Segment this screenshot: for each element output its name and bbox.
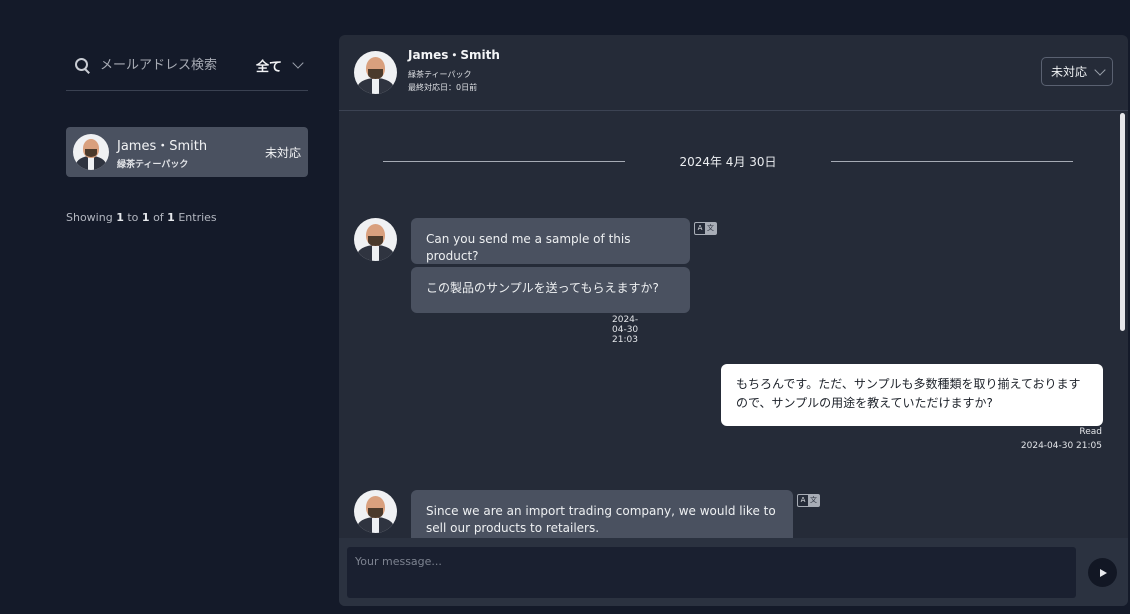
last-response-date: 最終対応日：0日前	[408, 83, 478, 92]
send-button[interactable]	[1088, 558, 1117, 587]
contact-sidebar: 全て James・Smith 緑茶ティーパック 未対応 Showing 1 to…	[66, 40, 308, 224]
chat-panel: James・Smith 緑茶ティーパック 最終対応日：0日前 未対応 2024年…	[339, 35, 1128, 606]
composer	[339, 538, 1128, 606]
filter-value: 全て	[255, 59, 282, 75]
message-bubble-original: Since we are an import trading company, …	[411, 490, 793, 538]
status-value: 未対応	[1051, 65, 1088, 79]
chevron-down-icon	[292, 57, 304, 69]
chat-header: James・Smith 緑茶ティーパック 最終対応日：0日前 未対応	[339, 35, 1128, 111]
avatar	[354, 218, 397, 261]
entries-count: Showing 1 to 1 of 1 Entries	[66, 211, 217, 224]
date-label: 2024年 4月 30日	[679, 155, 777, 169]
outgoing-message-bubble: もちろんです。ただ、サンプルも多数種類を取り揃えておりますので、サンプルの用途を…	[721, 364, 1103, 426]
contact-list-item[interactable]: James・Smith 緑茶ティーパック 未対応	[66, 127, 308, 177]
search-bar: 全て	[66, 40, 308, 91]
send-icon	[1100, 568, 1107, 577]
message-list[interactable]: 2024年 4月 30日 Can you send me a sample of…	[339, 111, 1128, 538]
translate-icon[interactable]: A文	[694, 222, 717, 235]
message-time: 2024-04-30 21:03	[612, 315, 639, 345]
avatar	[73, 134, 109, 170]
chat-contact-name: James・Smith	[408, 48, 500, 62]
filter-dropdown[interactable]: 全て	[255, 56, 304, 75]
search-icon	[74, 57, 90, 73]
contact-name: James・Smith	[117, 138, 208, 154]
chevron-down-icon	[1094, 63, 1106, 76]
status-select[interactable]: 未対応	[1041, 57, 1113, 86]
avatar	[354, 490, 397, 533]
date-divider: 2024年 4月 30日	[383, 155, 1073, 169]
message-bubble-translated: この製品のサンプルを送ってもらえますか?	[411, 267, 690, 313]
read-receipt: Read	[1079, 427, 1102, 437]
message-bubble-original: Can you send me a sample of this product…	[411, 218, 690, 264]
status-badge: 未対応	[264, 146, 301, 160]
contact-product: 緑茶ティーパック	[117, 159, 189, 170]
message-input[interactable]	[347, 547, 1076, 598]
email-search-input[interactable]	[98, 56, 256, 74]
translate-icon[interactable]: A文	[797, 494, 820, 507]
avatar	[354, 51, 397, 94]
message-time: 2024-04-30 21:05	[1020, 441, 1102, 451]
scrollbar[interactable]	[1120, 113, 1125, 331]
chat-contact-product: 緑茶ティーパック	[408, 70, 472, 79]
